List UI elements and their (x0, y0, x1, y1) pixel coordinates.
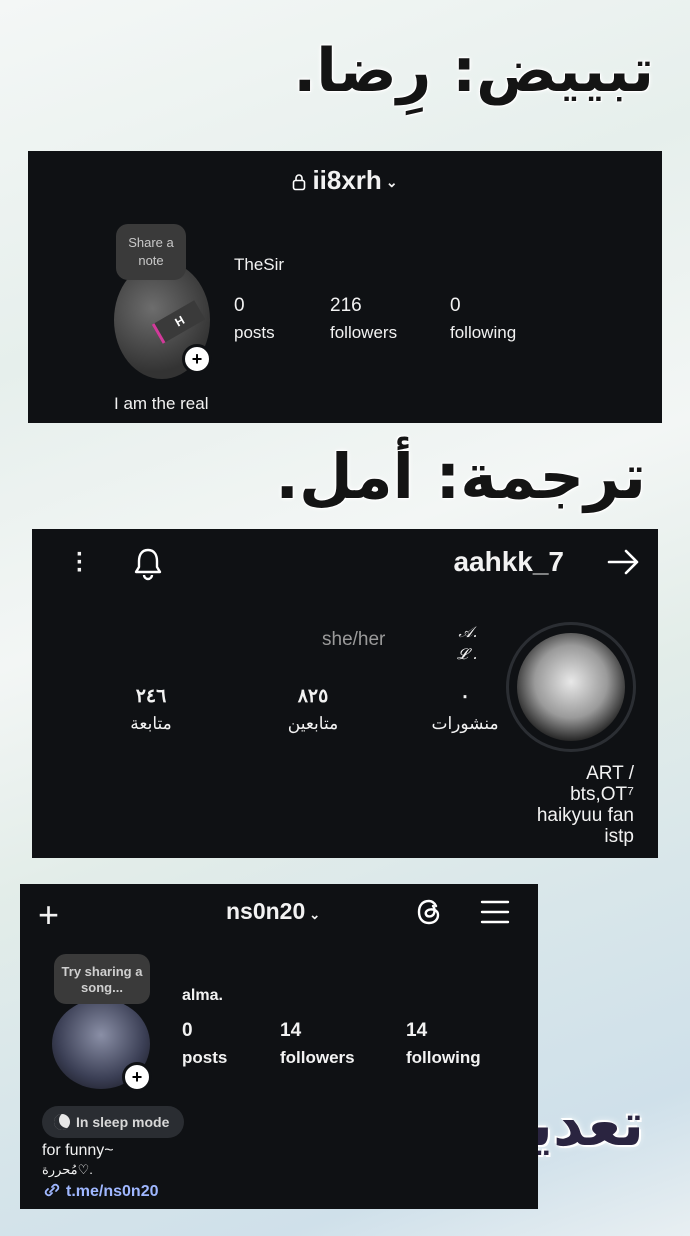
threads-icon[interactable] (414, 897, 444, 927)
posts-label: posts (234, 323, 275, 342)
note-bubble[interactable]: Share a note (116, 224, 186, 280)
profile-username: ii8xrh (312, 165, 382, 195)
display-name: TheSir (234, 255, 285, 274)
lock-icon (293, 174, 306, 191)
bio-link[interactable]: t.me/ns0n20 (42, 1182, 158, 1201)
bio-line: ART / (586, 763, 634, 784)
profile-username: aahkk_7 (453, 546, 564, 577)
profile-card-ii8xrh: ii8xrh ⌄ H Share a note + TheSir 0 posts … (28, 151, 662, 423)
following-label: following (406, 1048, 481, 1067)
bio-text: I am the real (114, 394, 209, 413)
following-count: ٢٤٦ (135, 686, 167, 707)
bio-line: haikyuu fan (536, 805, 634, 826)
followers-stat[interactable]: ٨٢٥ متابعين (258, 685, 368, 734)
profile-card-ns0n20: + ns0n20 ⌄ Try sharing a song... + alma. … (20, 884, 538, 1209)
followers-label: متابعين (287, 714, 339, 733)
followers-stat[interactable]: 216 followers (330, 295, 397, 343)
bio-line: istp (604, 826, 634, 847)
credit-heading-whitening: تبييض: رِضا. (293, 36, 654, 106)
more-vertical-icon[interactable]: · · · (76, 543, 84, 583)
followers-count: ٨٢٥ (297, 686, 329, 707)
profile-username: ns0n20 (226, 898, 306, 924)
menu-icon[interactable] (480, 898, 510, 926)
arrow-right-icon[interactable] (606, 547, 642, 577)
sleep-mode-badge[interactable]: In sleep mode (42, 1106, 184, 1138)
sleep-mode-label: In sleep mode (76, 1114, 170, 1130)
display-name-line1: 𝒜. (458, 623, 478, 641)
plus-icon[interactable]: + (38, 894, 59, 936)
link-icon (44, 1183, 60, 1197)
posts-count: 0 (234, 295, 245, 316)
followers-count: 216 (330, 295, 362, 316)
bell-icon[interactable] (132, 547, 164, 581)
followers-stat[interactable]: 14 followers (280, 1020, 355, 1068)
credit-heading-translation: ترجمة: أمل. (275, 440, 646, 513)
posts-label: posts (182, 1048, 228, 1067)
chevron-down-icon: ⌄ (385, 173, 398, 190)
following-label: following (450, 323, 517, 342)
bio-line: bts,OT⁷ (570, 784, 634, 805)
followers-label: followers (330, 323, 398, 342)
chevron-down-icon: ⌄ (309, 907, 321, 922)
add-story-plus-icon[interactable]: + (182, 344, 212, 374)
link-text: t.me/ns0n20 (66, 1183, 159, 1200)
following-stat[interactable]: ٢٤٦ متابعة (116, 685, 186, 734)
bio-text: ART / bts,OT⁷ haikyuu fan istp (537, 763, 634, 847)
note-bubble[interactable]: Try sharing a song... (54, 954, 150, 1004)
following-count: 14 (406, 1020, 428, 1041)
posts-stat[interactable]: 0 posts (182, 1020, 227, 1068)
posts-count: ٠ (459, 686, 471, 707)
avatar-graphic-text: H (151, 300, 206, 344)
following-count: 0 (450, 295, 461, 316)
account-switcher[interactable]: ii8xrh ⌄ (28, 165, 662, 196)
posts-stat[interactable]: ٠ منشورات (410, 685, 520, 734)
posts-stat[interactable]: 0 posts (234, 295, 275, 343)
following-stat[interactable]: 0 following (450, 295, 516, 343)
followers-count: 14 (280, 1020, 302, 1041)
bio-text: for funny~ (42, 1142, 114, 1159)
following-stat[interactable]: 14 following (406, 1020, 481, 1068)
following-label: متابعة (130, 714, 172, 733)
display-name-line2: 𝓛 . (457, 645, 478, 663)
posts-label: منشورات (431, 714, 499, 733)
bio-text: مُحررة♡. (42, 1162, 93, 1177)
display-name: 𝒜. 𝓛 . (457, 621, 477, 665)
posts-count: 0 (182, 1020, 193, 1041)
add-story-plus-icon[interactable]: + (122, 1062, 152, 1092)
moon-icon (54, 1114, 70, 1130)
avatar[interactable] (506, 622, 636, 752)
pronouns: she/her (322, 629, 386, 650)
followers-label: followers (280, 1048, 355, 1067)
profile-card-aahkk7: · · · aahkk_7 she/her 𝒜. 𝓛 . ٠ منشورات ٨٢٥… (32, 529, 658, 858)
display-name: alma. (182, 987, 223, 1004)
account-switcher[interactable]: ns0n20 ⌄ (226, 898, 320, 925)
